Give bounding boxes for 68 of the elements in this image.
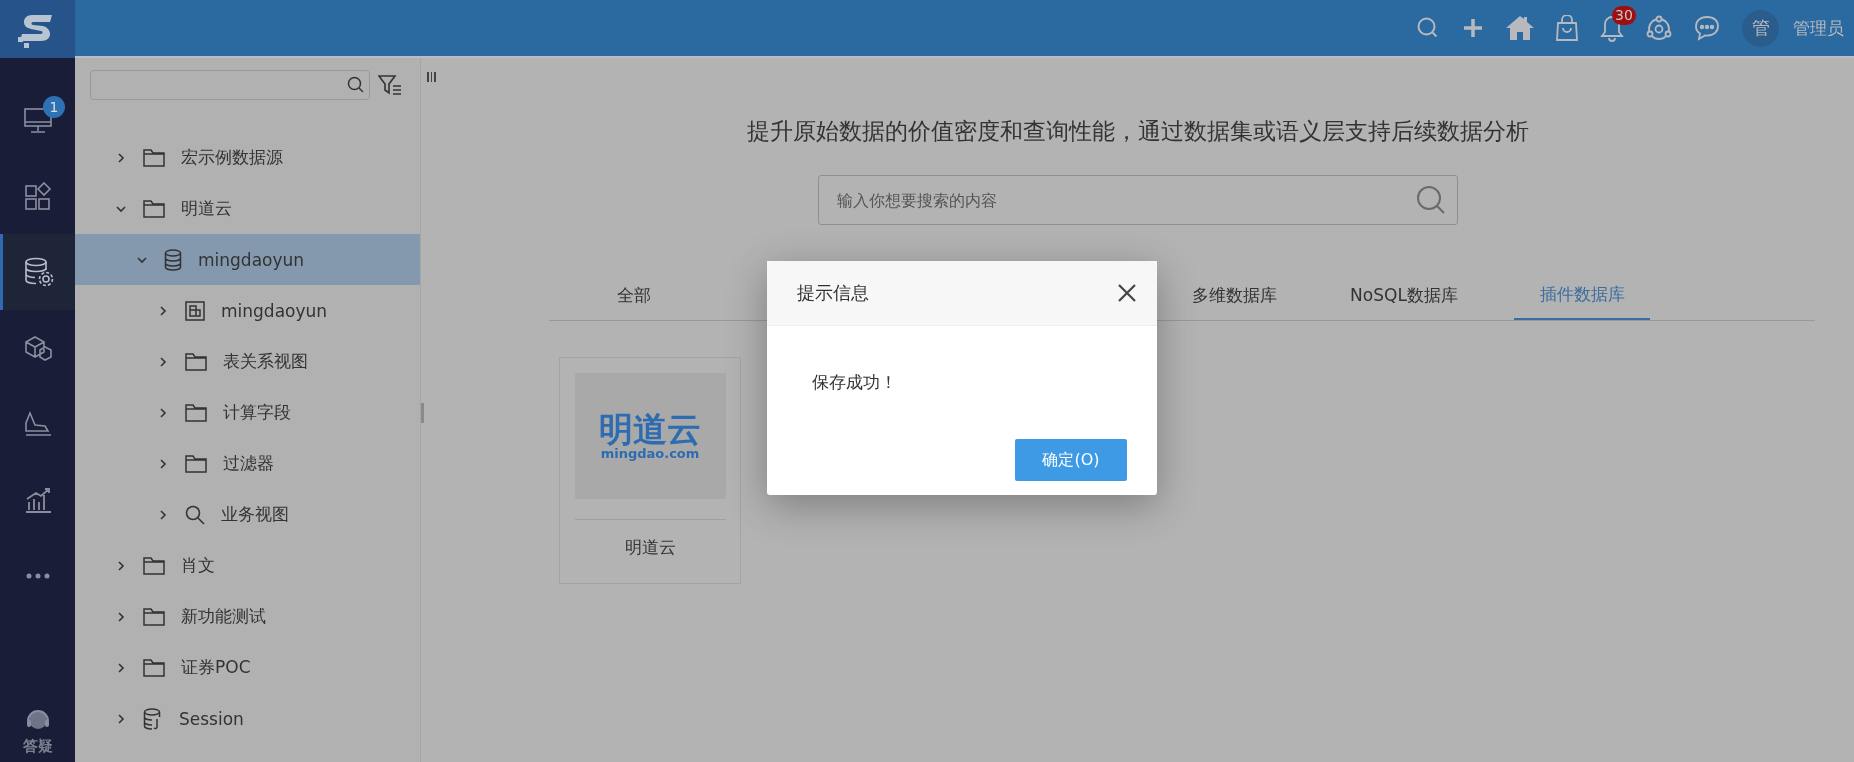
chevron-icon (157, 457, 169, 470)
cubes-icon (22, 333, 53, 363)
category-tab[interactable]: NoSQL数据库 (1319, 271, 1489, 320)
tree-item[interactable]: mingdaoyun (75, 285, 420, 336)
chevron-icon (157, 508, 169, 521)
dialog-message: 保存成功！ (811, 371, 898, 394)
shopping-bag-icon[interactable] (1556, 15, 1578, 41)
apps-icon (22, 181, 53, 211)
table-icon (185, 300, 205, 321)
tree-item[interactable]: 业务视图 (75, 489, 420, 540)
tree-item[interactable]: mingdaoyun (75, 234, 420, 285)
data-source-card[interactable]: 明道云 mingdao.com 明道云 (559, 357, 741, 584)
database-icon (164, 248, 182, 271)
search-icon (185, 504, 205, 525)
panel-toggle-icon[interactable] (427, 72, 436, 82)
search-icon (1415, 185, 1446, 215)
chevron-icon (157, 406, 169, 419)
tree-item[interactable]: 新功能测试 (75, 591, 420, 642)
folder-icon (143, 607, 165, 626)
tree-item[interactable]: 肖文 (75, 540, 420, 591)
chevron-icon (157, 304, 169, 317)
chevron-icon (115, 610, 127, 623)
filter-icon[interactable] (378, 74, 402, 96)
search-icon[interactable] (1416, 16, 1440, 40)
chat-icon[interactable] (1694, 15, 1720, 41)
logo-name: 明道云 (599, 411, 701, 446)
chevron-icon (115, 661, 127, 674)
folder-icon (185, 352, 207, 371)
splitter-handle[interactable] (421, 403, 424, 423)
help-label[interactable]: 答疑 (22, 737, 53, 756)
folder-icon (143, 556, 165, 575)
user-avatar[interactable]: 管 (1742, 9, 1779, 47)
tree-item[interactable]: 计算字段 (75, 387, 420, 438)
tree-item[interactable]: 过滤器 (75, 438, 420, 489)
category-tab[interactable]: 全部 (549, 271, 719, 320)
tree-item[interactable]: 表关系视图 (75, 336, 420, 387)
network-icon[interactable] (1646, 15, 1672, 41)
database-gear-icon (23, 256, 55, 288)
folder-icon (143, 148, 165, 167)
more-icon (24, 572, 51, 580)
rail-item[interactable]: 1 (0, 82, 75, 158)
folder-icon (143, 199, 165, 218)
database-file-icon (143, 707, 163, 730)
tree-search-field[interactable] (90, 70, 370, 100)
plus-icon[interactable] (1462, 17, 1484, 39)
card-label: 明道云 (574, 519, 726, 559)
folder-icon (185, 403, 207, 422)
search-icon (347, 76, 364, 93)
logo-domain: mingdao.com (600, 445, 700, 461)
tree-item[interactable]: Session (75, 693, 420, 744)
monitor-icon (22, 105, 53, 135)
folder-icon (143, 658, 165, 677)
tree-item[interactable]: 证券POC (75, 642, 420, 693)
close-icon[interactable] (1117, 283, 1137, 303)
chevron-icon (115, 151, 127, 164)
chevron-icon (115, 559, 127, 572)
search-field[interactable]: 输入你想要搜索的内容 (817, 175, 1458, 225)
home-icon[interactable] (1506, 15, 1534, 41)
notification-badge: 30 (1612, 6, 1636, 25)
headline: 提升原始数据的价值密度和查询性能，通过数据集或语义层支持后续数据分析 (746, 117, 1529, 146)
dialog-title: 提示信息 (797, 281, 869, 305)
chevron-icon (157, 355, 169, 368)
ramp-icon (22, 409, 53, 439)
folder-icon (185, 454, 207, 473)
chevron-icon (115, 712, 127, 725)
tree-item[interactable]: 宏示例数据源 (75, 132, 420, 183)
count-badge: 1 (43, 96, 65, 118)
tree-item[interactable]: 明道云 (75, 183, 420, 234)
